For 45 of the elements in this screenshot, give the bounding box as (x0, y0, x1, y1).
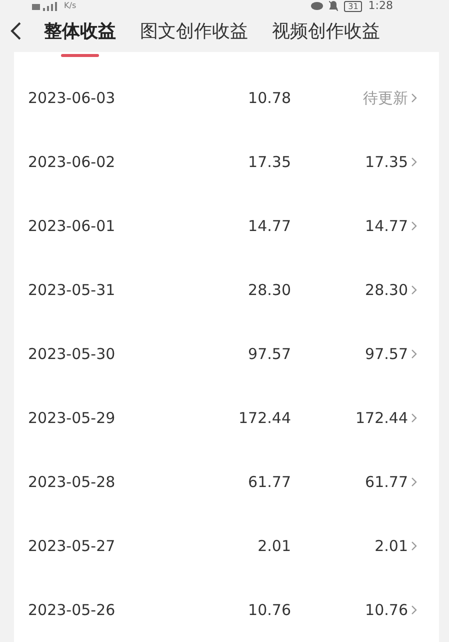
battery-level: 31 (344, 0, 362, 12)
date-text: 2023-05-28 (28, 473, 116, 491)
muted-bell-icon (329, 1, 338, 11)
chevron-icon (411, 541, 417, 551)
tab[interactable]: 整体收益 (44, 19, 116, 43)
settled-link[interactable]: 61.77 (365, 473, 417, 491)
chevron-icon (411, 605, 417, 615)
chevron-icon (411, 349, 417, 359)
amount-text: 172.44 (238, 409, 291, 427)
date-text: 2023-06-01 (28, 217, 116, 235)
amount-text: 10.76 (247, 601, 291, 619)
chevron-icon (411, 285, 417, 295)
chevron-icon (411, 477, 417, 487)
tab-indicator (61, 54, 99, 57)
settled-link[interactable]: 172.44 (356, 409, 417, 427)
settled-link[interactable]: 97.57 (365, 345, 417, 363)
amount-text: 10.78 (247, 89, 291, 107)
clock-time: 1:28 (368, 0, 393, 12)
date-text: 2023-05-26 (28, 601, 116, 619)
date-text: 2023-06-02 (28, 153, 116, 171)
amount-text: 2.01 (256, 537, 291, 555)
date-text: 2023-05-30 (28, 345, 116, 363)
amount-text: 17.35 (247, 153, 291, 171)
amount-text: 28.30 (247, 281, 291, 299)
chevron-icon (411, 413, 417, 423)
tab[interactable]: 图文创作收益 (140, 19, 248, 43)
amount-text: 97.57 (247, 345, 291, 363)
amount-text: 14.77 (247, 217, 291, 235)
tab[interactable]: 视频创作收益 (272, 19, 380, 43)
settled-link[interactable]: 2.01 (374, 537, 417, 555)
chevron-icon (411, 221, 417, 231)
speed-unit: K/s (64, 0, 76, 12)
chevron-icon (411, 157, 417, 167)
settled-link[interactable]: 28.30 (365, 281, 417, 299)
settled-link[interactable]: 14.77 (365, 217, 417, 235)
amount-text: 61.77 (247, 473, 291, 491)
chevron-icon (411, 93, 417, 103)
signal-icon (32, 2, 58, 10)
date-text: 2023-06-03 (28, 89, 116, 107)
date-text: 2023-05-29 (28, 409, 116, 427)
settled-link[interactable]: 10.76 (365, 601, 417, 619)
date-text: 2023-05-31 (28, 281, 116, 299)
settled-link[interactable]: 17.35 (365, 153, 417, 171)
back-icon[interactable] (10, 21, 22, 41)
date-text: 2023-05-27 (28, 537, 116, 555)
